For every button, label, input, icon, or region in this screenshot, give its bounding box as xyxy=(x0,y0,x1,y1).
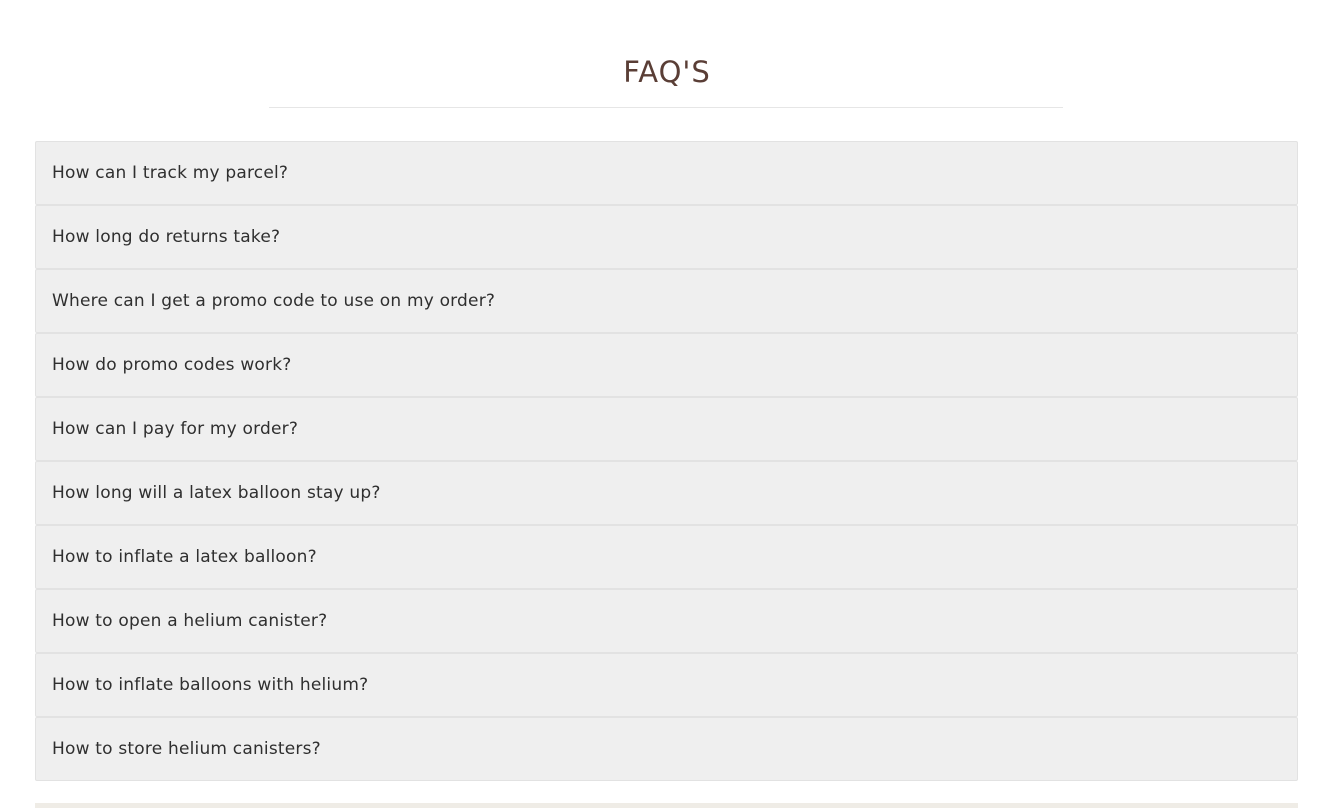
faq-question: How to inflate a latex balloon? xyxy=(52,547,317,567)
faq-item[interactable]: How to open a helium canister? xyxy=(35,589,1298,653)
faq-item[interactable]: Where can I get a promo code to use on m… xyxy=(35,269,1298,333)
faq-item[interactable]: How to inflate balloons with helium? xyxy=(35,653,1298,717)
faq-question: How can I pay for my order? xyxy=(52,419,299,439)
faq-item[interactable]: How long do returns take? xyxy=(35,205,1298,269)
faq-item[interactable]: How do promo codes work? xyxy=(35,333,1298,397)
faq-item[interactable]: How to store helium canisters? xyxy=(35,717,1298,781)
faq-item[interactable]: How can I pay for my order? xyxy=(35,397,1298,461)
faq-list: How can I track my parcel? How long do r… xyxy=(35,141,1298,781)
faq-item[interactable]: How can I track my parcel? xyxy=(35,141,1298,205)
faq-question: How to inflate balloons with helium? xyxy=(52,675,369,695)
faq-question: How to open a helium canister? xyxy=(52,611,328,631)
faq-item[interactable]: How long will a latex balloon stay up? xyxy=(35,461,1298,525)
faq-page: FAQ'S How can I track my parcel? How lon… xyxy=(0,0,1334,808)
faq-question: How long will a latex balloon stay up? xyxy=(52,483,381,503)
faq-question: How can I track my parcel? xyxy=(52,163,289,183)
footer-divider xyxy=(35,803,1298,808)
faq-question: How to store helium canisters? xyxy=(52,739,321,759)
faq-question: How do promo codes work? xyxy=(52,355,292,375)
faq-item[interactable]: How to inflate a latex balloon? xyxy=(35,525,1298,589)
title-divider xyxy=(269,107,1063,108)
faq-question: How long do returns take? xyxy=(52,227,281,247)
faq-question: Where can I get a promo code to use on m… xyxy=(52,291,496,311)
page-title: FAQ'S xyxy=(623,55,711,89)
